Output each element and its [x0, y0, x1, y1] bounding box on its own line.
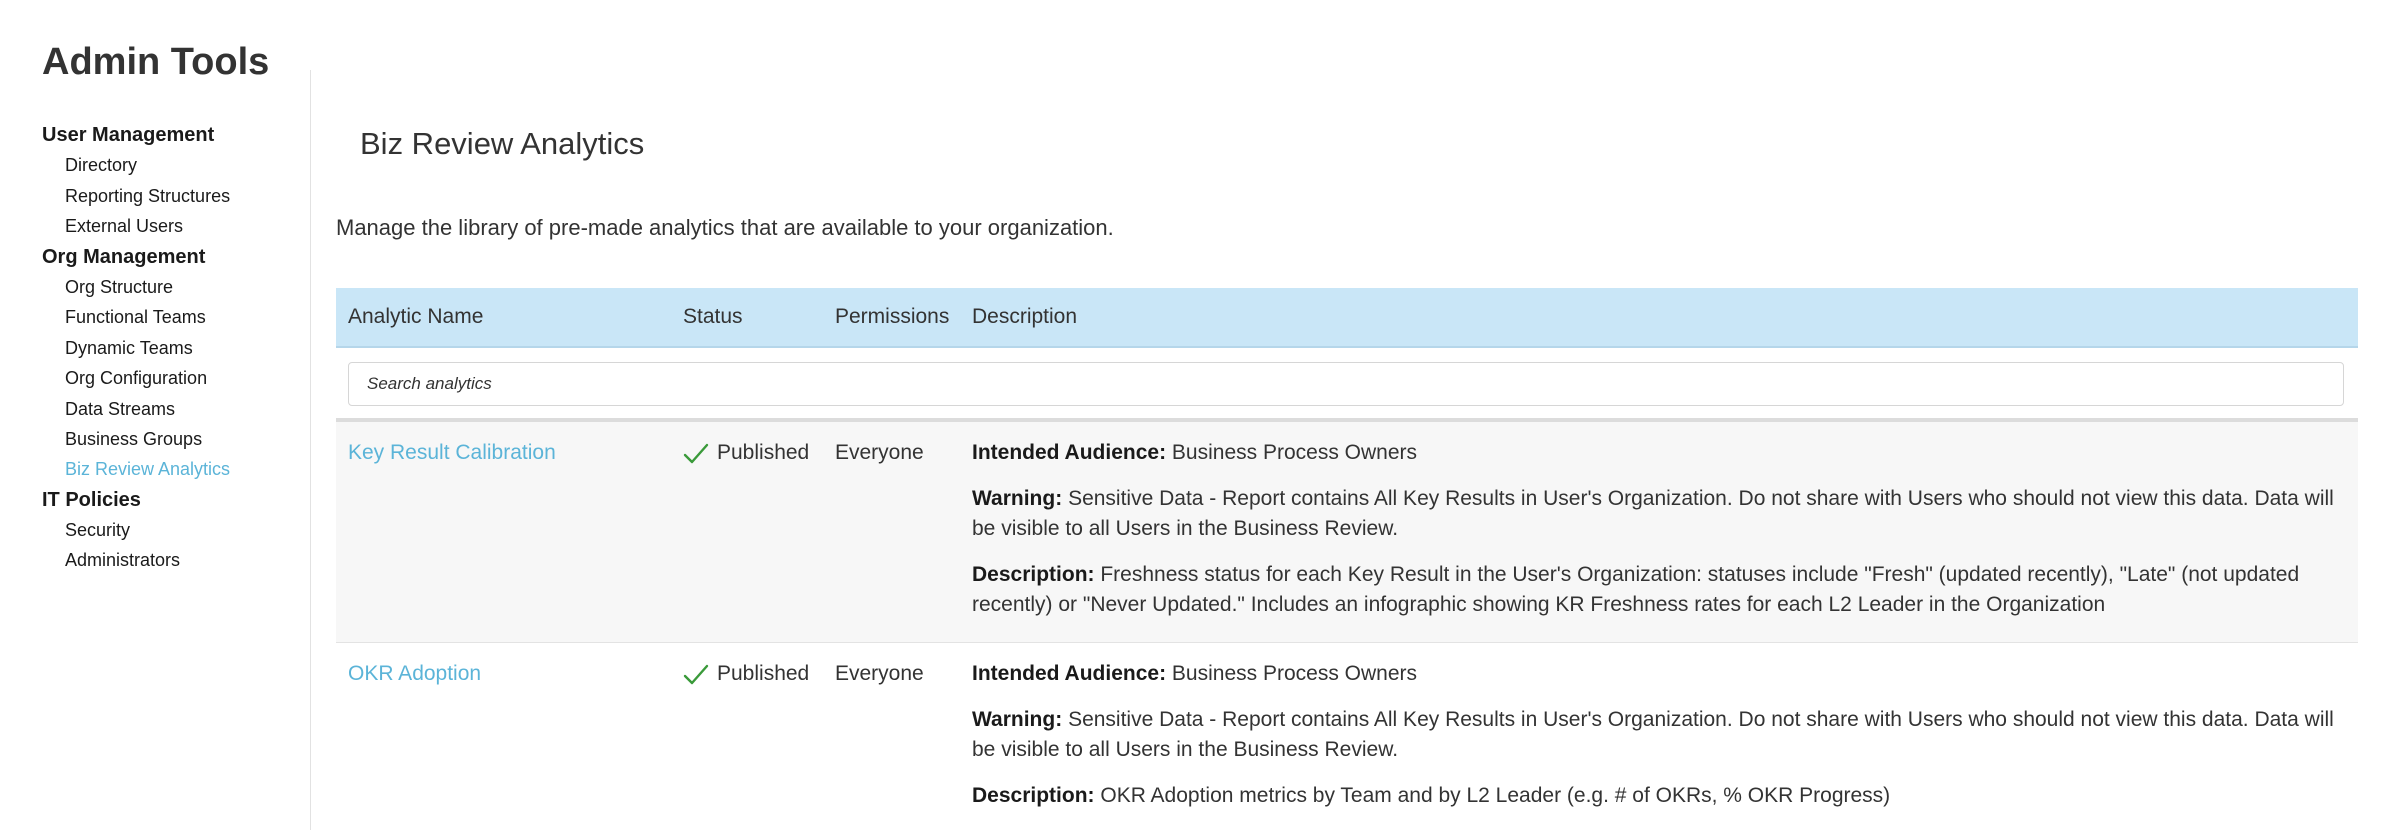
page-subtitle: Manage the library of pre-made analytics… — [336, 215, 1114, 240]
check-icon — [683, 664, 709, 685]
column-header-permissions[interactable]: Permissions — [835, 288, 949, 346]
description-text: Freshness status for each Key Result in … — [972, 563, 2300, 616]
intended-audience: Intended Audience: Business Process Owne… — [972, 438, 2342, 468]
intended-audience-label: Intended Audience: — [972, 441, 1167, 464]
column-header-status[interactable]: Status — [683, 288, 743, 346]
table-header: Analytic Name Status Permissions Descrip… — [336, 288, 2358, 348]
status-label: Published — [717, 441, 810, 464]
table-row: Key Result Calibration Published Everyon… — [336, 422, 2358, 643]
warning-text: Sensitive Data - Report contains All Key… — [972, 708, 2334, 761]
status-cell: Published — [683, 659, 809, 689]
admin-app: Admin Tools User Management Directory Re… — [0, 0, 2408, 830]
sidebar-nav: User Management Directory Reporting Stru… — [42, 120, 230, 576]
description: Description: OKR Adoption metrics by Tea… — [972, 781, 2342, 811]
nav-item-administrators[interactable]: Administrators — [42, 545, 230, 575]
check-icon — [683, 443, 709, 464]
nav-item-security[interactable]: Security — [42, 515, 230, 545]
nav-item-external-users[interactable]: External Users — [42, 211, 230, 241]
nav-item-dynamic-teams[interactable]: Dynamic Teams — [42, 333, 230, 363]
intended-audience: Intended Audience: Business Process Owne… — [972, 659, 2342, 689]
intended-audience-value: Business Process Owners — [1171, 662, 1418, 685]
nav-item-biz-review-analytics[interactable]: Biz Review Analytics — [42, 454, 230, 484]
nav-item-directory[interactable]: Directory — [42, 150, 230, 180]
search-input[interactable] — [348, 362, 2344, 406]
permissions-cell: Everyone — [835, 441, 924, 464]
app-title: Admin Tools — [42, 41, 270, 83]
analytic-name-link[interactable]: OKR Adoption — [348, 659, 481, 689]
nav-item-data-streams[interactable]: Data Streams — [42, 394, 230, 424]
sidebar: Admin Tools User Management Directory Re… — [0, 0, 310, 830]
intended-audience-label: Intended Audience: — [972, 662, 1167, 685]
search-row — [336, 348, 2358, 422]
page-title: Biz Review Analytics — [360, 126, 645, 161]
warning-label: Warning: — [972, 487, 1063, 510]
nav-section-it-policies: IT Policies — [42, 488, 141, 511]
nav-item-org-configuration[interactable]: Org Configuration — [42, 363, 230, 393]
permissions-cell: Everyone — [835, 662, 924, 685]
table-row: OKR Adoption Published Everyone Intended… — [336, 643, 2358, 830]
description-label: Description: — [972, 563, 1095, 586]
status-label: Published — [717, 662, 810, 685]
warning: Warning: Sensitive Data - Report contain… — [972, 705, 2342, 765]
column-header-analytic-name[interactable]: Analytic Name — [348, 288, 483, 346]
nav-item-org-structure[interactable]: Org Structure — [42, 272, 230, 302]
intended-audience-value: Business Process Owners — [1171, 441, 1418, 464]
analytics-table: Analytic Name Status Permissions Descrip… — [336, 288, 2358, 830]
nav-item-business-groups[interactable]: Business Groups — [42, 424, 230, 454]
description-label: Description: — [972, 784, 1095, 807]
description-text: OKR Adoption metrics by Team and by L2 L… — [1100, 784, 1891, 807]
description-cell: Intended Audience: Business Process Owne… — [972, 659, 2342, 811]
description-cell: Intended Audience: Business Process Owne… — [972, 438, 2342, 620]
sidebar-divider — [310, 70, 311, 830]
warning: Warning: Sensitive Data - Report contain… — [972, 484, 2342, 544]
nav-section-org-management: Org Management — [42, 245, 206, 268]
nav-item-reporting-structures[interactable]: Reporting Structures — [42, 181, 230, 211]
column-header-description[interactable]: Description — [972, 288, 1077, 346]
description: Description: Freshness status for each K… — [972, 560, 2342, 620]
nav-item-functional-teams[interactable]: Functional Teams — [42, 302, 230, 332]
analytic-name-link[interactable]: Key Result Calibration — [348, 438, 556, 468]
warning-label: Warning: — [972, 708, 1063, 731]
warning-text: Sensitive Data - Report contains All Key… — [972, 487, 2334, 540]
status-cell: Published — [683, 438, 809, 468]
nav-section-user-management: User Management — [42, 124, 215, 146]
